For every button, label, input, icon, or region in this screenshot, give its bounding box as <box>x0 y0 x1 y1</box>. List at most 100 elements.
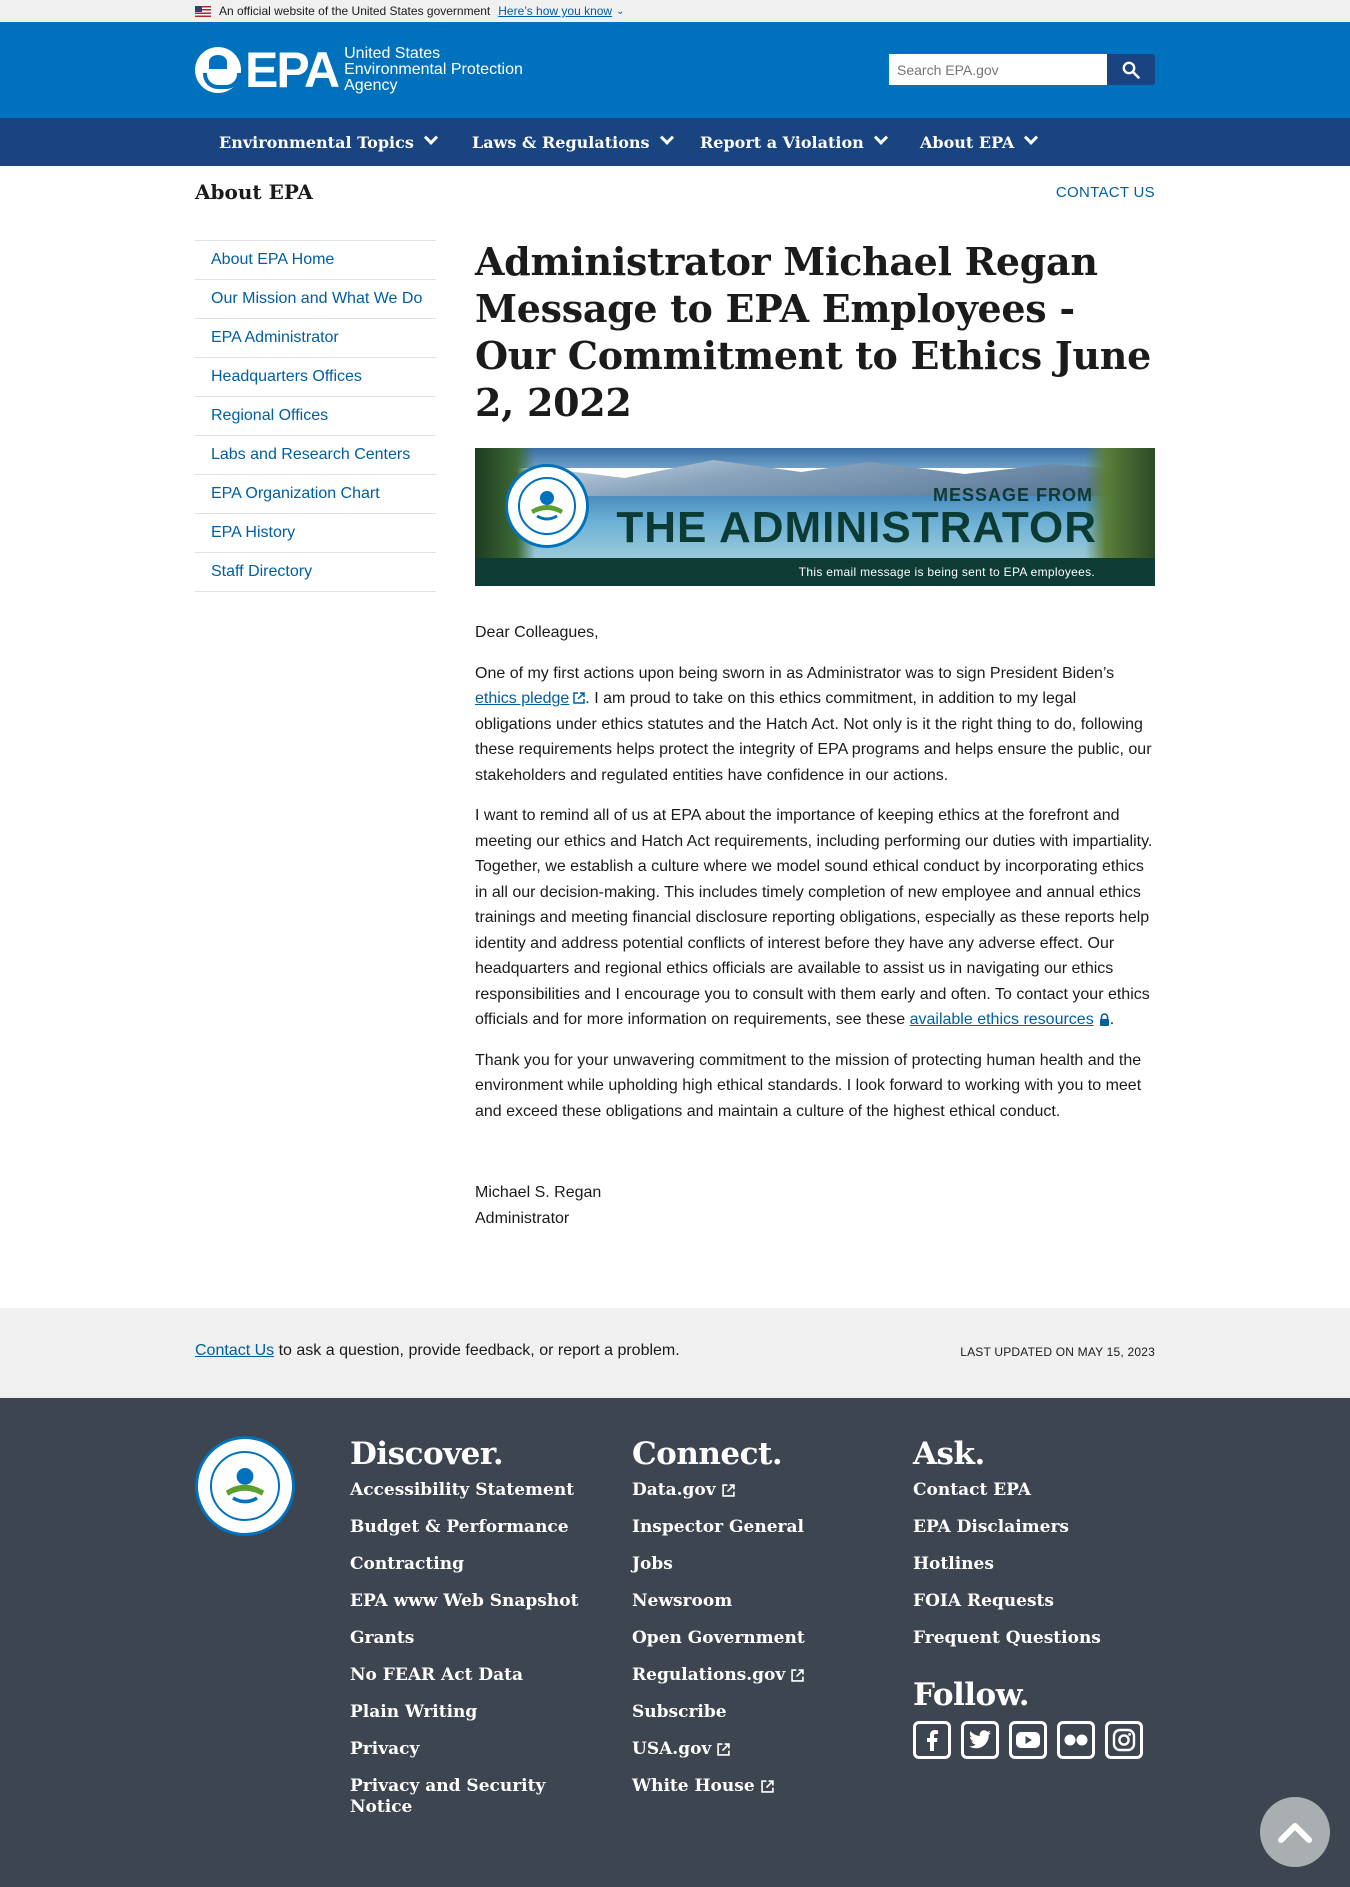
chevron-down-icon <box>873 130 888 145</box>
footer-link-plain-writing[interactable]: Plain Writing <box>350 1702 590 1723</box>
official-site-text: An official website of the United States… <box>219 4 491 18</box>
footer-link-budget[interactable]: Budget & Performance <box>350 1517 590 1538</box>
footer-link-disclaimers[interactable]: EPA Disclaimers <box>913 1517 1173 1538</box>
flickr-icon[interactable] <box>1057 1721 1095 1759</box>
nav-report-violation[interactable]: Report a Violation <box>700 118 888 166</box>
footer-link-frequent-questions[interactable]: Frequent Questions <box>913 1628 1173 1649</box>
facebook-icon[interactable] <box>913 1721 951 1759</box>
sidebar-item-labs-research[interactable]: Labs and Research Centers <box>195 436 436 475</box>
gov-banner: An official website of the United States… <box>0 0 1350 22</box>
footer-connect: Connect. Data.gov Inspector General Jobs… <box>632 1436 872 1813</box>
main-nav: Environmental Topics Laws & Regulations … <box>0 118 1350 166</box>
footer-link-usa-gov[interactable]: USA.gov <box>632 1739 872 1760</box>
youtube-icon[interactable] <box>1009 1721 1047 1759</box>
footer-heading-follow: Follow. <box>913 1677 1030 1713</box>
chevron-down-icon <box>423 130 438 145</box>
paragraph-text: . <box>1109 1011 1115 1028</box>
contact-us-footer-link[interactable]: Contact Us <box>195 1342 274 1359</box>
search-form <box>889 54 1155 85</box>
epa-logo[interactable]: EPA United States Environmental Protecti… <box>195 42 523 98</box>
footer-link-web-snapshot[interactable]: EPA www Web Snapshot <box>350 1591 590 1612</box>
footer-ask: Ask. Contact EPA EPA Disclaimers Hotline… <box>913 1436 1173 1759</box>
paragraph-2: I want to remind all of us at EPA about … <box>475 803 1155 1033</box>
contact-line-text: to ask a question, provide feedback, or … <box>274 1342 680 1359</box>
sidebar-item-about-epa-home[interactable]: About EPA Home <box>195 241 436 280</box>
footer-link-foia[interactable]: FOIA Requests <box>913 1591 1173 1612</box>
footer-link-white-house[interactable]: White House <box>632 1776 872 1797</box>
nav-about-epa[interactable]: About EPA <box>920 118 1039 166</box>
footer-link-accessibility[interactable]: Accessibility Statement <box>350 1480 590 1501</box>
footer-link-privacy[interactable]: Privacy <box>350 1739 590 1760</box>
external-link-icon <box>721 1484 735 1497</box>
sidebar-item-headquarters-offices[interactable]: Headquarters Offices <box>195 358 436 397</box>
epa-seal-icon <box>505 464 589 548</box>
site-footer: Discover. Accessibility Statement Budget… <box>0 1398 1350 1887</box>
sidebar-item-epa-administrator[interactable]: EPA Administrator <box>195 319 436 358</box>
greeting: Dear Colleagues, <box>475 624 599 641</box>
footer-link-no-fear[interactable]: No FEAR Act Data <box>350 1665 590 1686</box>
sidebar-nav: About EPA Home Our Mission and What We D… <box>195 240 436 592</box>
nav-label: Environmental Topics <box>219 132 414 152</box>
site-header: EPA United States Environmental Protecti… <box>0 22 1350 118</box>
heres-how-you-know-link[interactable]: Here’s how you know <box>498 4 612 18</box>
search-input[interactable] <box>889 54 1107 85</box>
social-links <box>913 1721 1173 1759</box>
footer-link-privacy-security[interactable]: Privacy and Security Notice <box>350 1776 590 1818</box>
footer-link-contact-epa[interactable]: Contact EPA <box>913 1480 1173 1501</box>
search-button[interactable] <box>1107 54 1155 85</box>
sidebar-item-regional-offices[interactable]: Regional Offices <box>195 397 436 436</box>
section-title: About EPA <box>195 180 313 204</box>
back-to-top-button[interactable] <box>1260 1797 1330 1867</box>
footer-link-grants[interactable]: Grants <box>350 1628 590 1649</box>
external-link-icon <box>573 692 586 704</box>
paragraph-3: Thank you for your unwavering commitment… <box>475 1051 1142 1120</box>
footer-link-inspector-general[interactable]: Inspector General <box>632 1517 872 1538</box>
us-flag-icon <box>195 5 211 17</box>
twitter-icon[interactable] <box>961 1721 999 1759</box>
signature-name: Michael S. Regan <box>475 1184 602 1201</box>
footer-discover: Discover. Accessibility Statement Budget… <box>350 1436 590 1834</box>
external-link-icon <box>717 1743 731 1756</box>
signature-title: Administrator <box>475 1209 570 1227</box>
ethics-pledge-link[interactable]: ethics pledge <box>475 690 569 707</box>
footer-link-contracting[interactable]: Contracting <box>350 1554 590 1575</box>
footer-link-jobs[interactable]: Jobs <box>632 1554 872 1575</box>
chevron-down-icon <box>659 130 674 145</box>
chevron-down-icon[interactable]: ⌄ <box>616 6 624 17</box>
sidebar-item-epa-history[interactable]: EPA History <box>195 514 436 553</box>
nav-label: Report a Violation <box>700 132 864 152</box>
ethics-resources-link[interactable]: available ethics resources <box>910 1011 1094 1028</box>
nav-label: About EPA <box>920 132 1015 152</box>
footer-heading-discover: Discover. <box>350 1436 504 1472</box>
paragraph-text: I want to remind all of us at EPA about … <box>475 807 1153 1028</box>
logo-agency-name: United States Environmental Protection A… <box>344 45 523 94</box>
paragraph-text: . I am proud to take on this ethics comm… <box>475 690 1152 784</box>
paragraph-1: One of my first actions upon being sworn… <box>475 661 1155 789</box>
signature-block: Michael S. Regan Administrator <box>475 1180 1155 1231</box>
banner-strip-text: This email message is being sent to EPA … <box>475 558 1155 586</box>
page-title: Administrator Michael Regan Message to E… <box>475 239 1151 425</box>
message-banner-image: MESSAGE FROM THE ADMINISTRATOR This emai… <box>475 448 1155 586</box>
article-body: Dear Colleagues, One of my first actions… <box>475 620 1155 1124</box>
instagram-icon[interactable] <box>1105 1721 1143 1759</box>
footer-heading-ask: Ask. <box>913 1436 985 1472</box>
footer-link-data-gov[interactable]: Data.gov <box>632 1480 872 1501</box>
footer-link-subscribe[interactable]: Subscribe <box>632 1702 872 1723</box>
lock-icon <box>1099 1013 1109 1026</box>
footer-link-hotlines[interactable]: Hotlines <box>913 1554 1173 1575</box>
contact-line: Contact Us to ask a question, provide fe… <box>195 1342 680 1360</box>
contact-us-link[interactable]: CONTACT US <box>1056 184 1155 201</box>
external-link-icon <box>791 1669 804 1682</box>
logo-wordmark: EPA <box>245 42 340 98</box>
main-content: Administrator Michael Regan Message to E… <box>475 238 1155 1231</box>
footer-link-open-government[interactable]: Open Government <box>632 1628 872 1649</box>
footer-link-newsroom[interactable]: Newsroom <box>632 1591 872 1612</box>
nav-laws-regulations[interactable]: Laws & Regulations <box>472 118 674 166</box>
sidebar-item-staff-directory[interactable]: Staff Directory <box>195 553 436 592</box>
epa-seal-icon <box>195 1436 295 1536</box>
banner-administrator: THE ADMINISTRATOR <box>616 503 1097 552</box>
sidebar-item-our-mission[interactable]: Our Mission and What We Do <box>195 280 436 319</box>
sidebar-item-org-chart[interactable]: EPA Organization Chart <box>195 475 436 514</box>
nav-environmental-topics[interactable]: Environmental Topics <box>219 118 438 166</box>
footer-link-regulations-gov[interactable]: Regulations.gov <box>632 1665 872 1686</box>
